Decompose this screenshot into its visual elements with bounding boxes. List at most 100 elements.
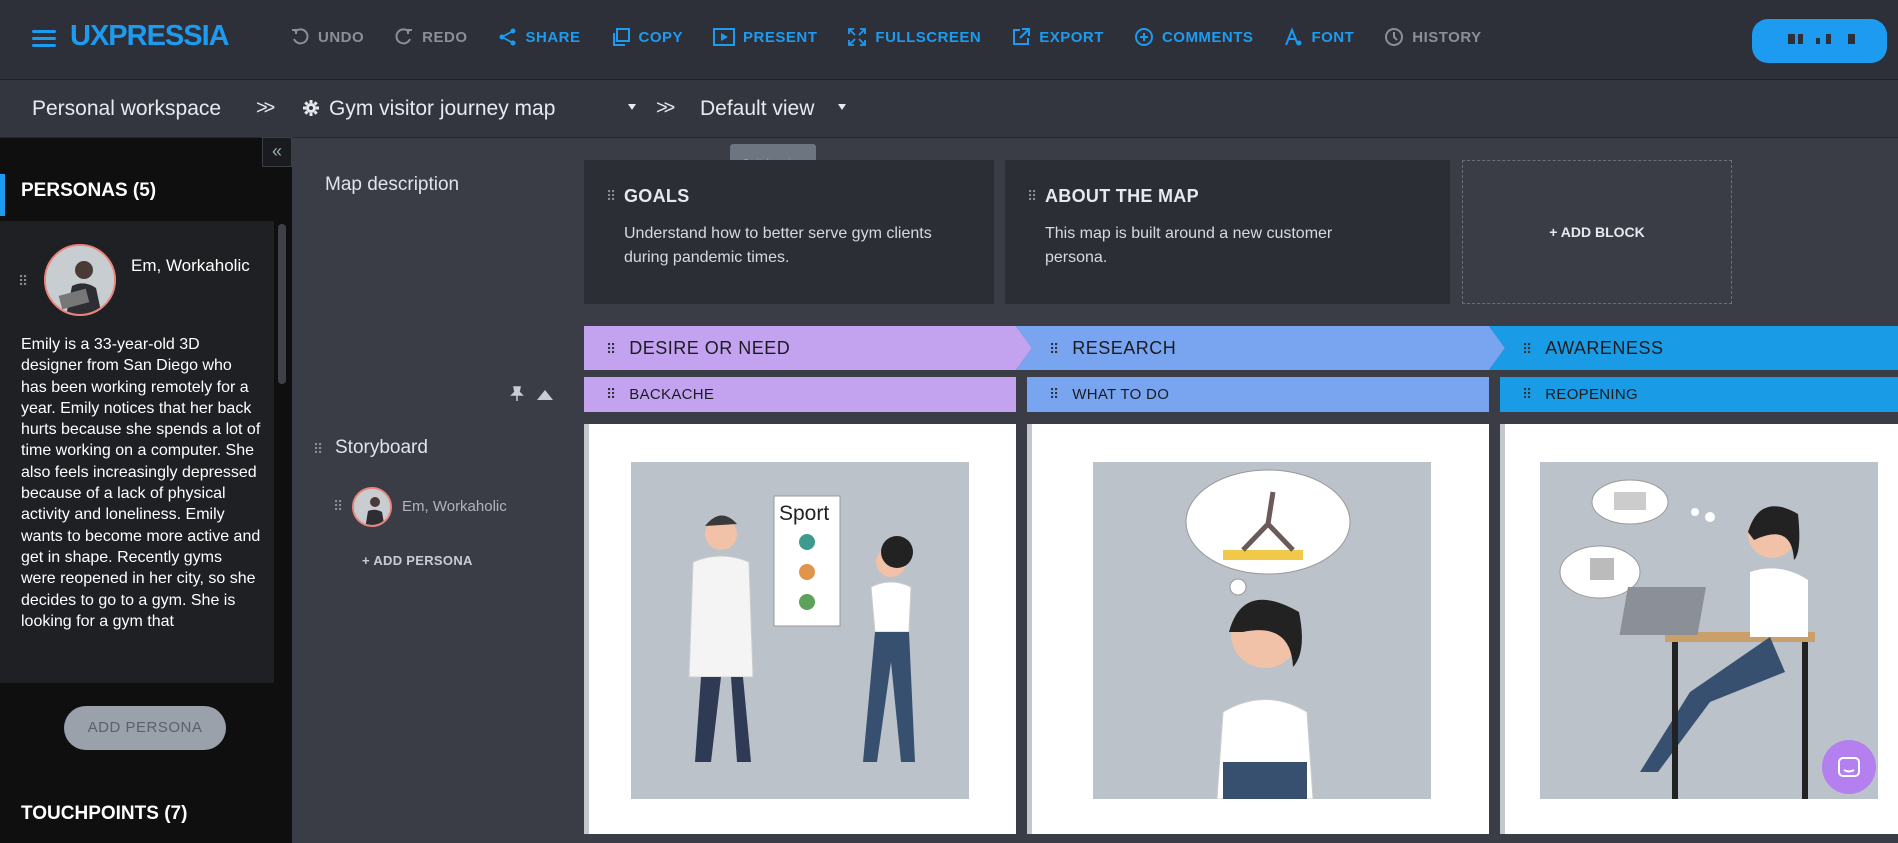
export-button[interactable]: EXPORT: [1011, 27, 1104, 47]
avatar-pixel: [1848, 34, 1855, 44]
add-persona-button[interactable]: ADD PERSONA: [64, 706, 226, 750]
drag-handle-icon[interactable]: ⠿: [1049, 386, 1059, 402]
font-label: FONT: [1311, 28, 1355, 46]
redo-label: REDO: [422, 28, 468, 46]
pin-icon[interactable]: [510, 386, 524, 402]
chat-widget-button[interactable]: [1822, 740, 1876, 794]
substage-title: BACKACHE: [629, 386, 715, 403]
laptop-woman-illustration-icon: [1559, 479, 1815, 799]
personas-section-title[interactable]: PERSONAS (5): [0, 174, 292, 216]
export-icon: [1013, 28, 1031, 45]
drag-handle-icon[interactable]: ⠿: [606, 188, 616, 205]
breadcrumb-bar: [0, 80, 1898, 138]
collapse-sidebar-icon[interactable]: «: [262, 137, 292, 167]
substage-reopening[interactable]: ⠿ REOPENING: [1500, 377, 1898, 412]
fullscreen-label: FULLSCREEN: [875, 28, 982, 46]
block-text: This map is built around a new customer …: [1045, 225, 1333, 266]
persona-name: Em, Workaholic: [131, 256, 250, 275]
comments-button[interactable]: COMMENTS: [1134, 27, 1254, 47]
font-icon: [1285, 27, 1302, 46]
export-label: EXPORT: [1039, 28, 1104, 46]
storyboard-image-doctor: Sport: [631, 462, 969, 799]
persona-avatar: [44, 244, 116, 316]
history-label: HISTORY: [1412, 28, 1482, 46]
drag-handle-icon[interactable]: ⠿: [1522, 386, 1532, 402]
drag-handle-icon[interactable]: ⠿: [1027, 188, 1037, 205]
substage-what-to-do[interactable]: ⠿ WHAT TO DO: [1027, 377, 1489, 412]
toolbar: UNDO REDO SHARE COPY PRESENT FULLSCREEN …: [290, 0, 1512, 74]
storyboard-add-persona-button[interactable]: + ADD PERSONA: [362, 553, 473, 568]
font-button[interactable]: FONT: [1283, 27, 1354, 47]
storyboard-card-what-to-do[interactable]: [1027, 424, 1489, 834]
redo-button[interactable]: REDO: [394, 27, 467, 47]
stage-title: DESIRE OR NEED: [629, 338, 791, 358]
drag-handle-icon[interactable]: ⠿: [313, 441, 323, 458]
block-title: GOALS: [624, 186, 690, 206]
avatar-pixel: [1826, 34, 1831, 44]
sport-poster-text: Sport: [779, 502, 829, 525]
avatar-pixel: [1788, 34, 1795, 44]
redo-icon: [395, 28, 413, 45]
fullscreen-button[interactable]: FULLSCREEN: [847, 27, 981, 47]
undo-label: UNDO: [318, 28, 365, 46]
thinking-woman-illustration-icon: [1185, 469, 1351, 799]
storyboard-card-backache[interactable]: Sport: [584, 424, 1016, 834]
drag-handle-icon[interactable]: ⠿: [606, 341, 616, 357]
drag-handle-icon[interactable]: ⠿: [18, 273, 28, 290]
present-icon: [713, 28, 736, 46]
storyboard-label: Storyboard: [335, 437, 428, 458]
breadcrumb-separator-icon: >>: [256, 97, 275, 119]
drag-handle-icon[interactable]: ⠿: [333, 498, 343, 515]
undo-button[interactable]: UNDO: [290, 27, 364, 47]
gear-icon[interactable]: [302, 99, 320, 117]
stage-awareness[interactable]: ⠿ AWARENESS: [1500, 326, 1898, 370]
stage-desire-or-need[interactable]: ⠿ DESIRE OR NEED: [584, 326, 1016, 370]
storyboard-add-persona-label: ADD PERSONA: [373, 553, 473, 568]
collapse-up-icon[interactable]: [537, 390, 553, 400]
add-block-button[interactable]: + ADD BLOCK: [1462, 160, 1732, 304]
substage-title: WHAT TO DO: [1072, 386, 1170, 403]
map-dropdown-icon[interactable]: [628, 104, 636, 110]
breadcrumb-separator-icon: >>: [656, 97, 675, 119]
share-button[interactable]: SHARE: [498, 27, 581, 47]
storyboard-image-thinking: [1093, 462, 1431, 799]
copy-button[interactable]: COPY: [611, 27, 684, 47]
stage-research[interactable]: ⠿ RESEARCH: [1027, 326, 1487, 370]
chat-icon: [1838, 757, 1860, 777]
about-map-block[interactable]: ⠿ ABOUT THE MAP This map is built around…: [1005, 160, 1450, 304]
persona-description: Emily is a 33-year-old 3D designer from …: [21, 336, 261, 630]
comments-label: COMMENTS: [1161, 28, 1254, 46]
drag-handle-icon[interactable]: ⠿: [1522, 341, 1532, 357]
avatar-pixel: [1816, 38, 1820, 44]
goals-block[interactable]: ⠿ GOALS Understand how to better serve g…: [584, 160, 994, 304]
block-title: ABOUT THE MAP: [1045, 186, 1199, 206]
share-label: SHARE: [525, 28, 581, 46]
storyboard-persona-name[interactable]: Em, Workaholic: [402, 498, 507, 515]
undo-icon: [292, 28, 309, 45]
touchpoints-section-title[interactable]: TOUCHPOINTS (7): [21, 803, 187, 825]
drag-handle-icon[interactable]: ⠿: [606, 386, 616, 402]
comments-icon: [1134, 28, 1153, 46]
breadcrumb-map[interactable]: Gym visitor journey map: [329, 97, 555, 121]
sidebar-scrollbar[interactable]: [278, 224, 286, 384]
menu-icon[interactable]: [32, 26, 56, 50]
map-description-label: Map description: [325, 174, 460, 195]
app-logo[interactable]: UXPRESSIA: [70, 20, 230, 53]
stage-title: AWARENESS: [1545, 338, 1664, 358]
substage-backache[interactable]: ⠿ BACKACHE: [584, 377, 1016, 412]
doctor-illustration-icon: Sport: [688, 495, 915, 762]
breadcrumb-view[interactable]: Default view: [700, 97, 814, 121]
copy-icon: [612, 28, 630, 46]
stage-title: RESEARCH: [1072, 338, 1177, 358]
storyboard-image-laptop: [1540, 462, 1878, 799]
persona-description-clip: Emily is a 33-year-old 3D designer from …: [0, 332, 274, 683]
present-label: PRESENT: [743, 28, 818, 46]
present-button[interactable]: PRESENT: [713, 27, 817, 47]
persona-photo-icon: [46, 246, 114, 314]
history-button[interactable]: HISTORY: [1384, 27, 1481, 47]
storyboard-persona-avatar: [352, 487, 392, 527]
breadcrumb-workspace[interactable]: Personal workspace: [32, 97, 221, 121]
view-dropdown-icon[interactable]: [838, 104, 846, 110]
user-avatar[interactable]: [1752, 19, 1887, 63]
drag-handle-icon[interactable]: ⠿: [1049, 341, 1059, 357]
